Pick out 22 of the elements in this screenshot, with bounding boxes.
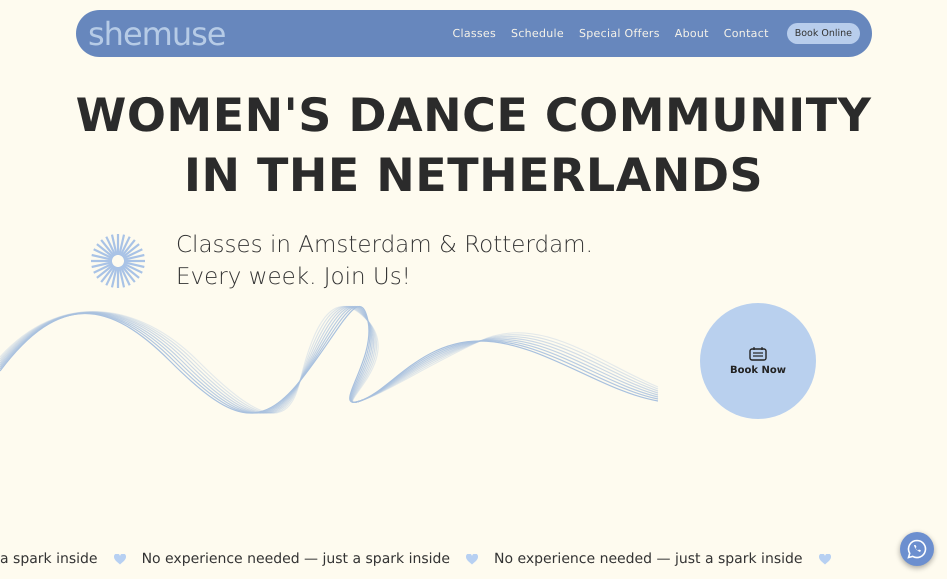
phone-bubble-icon <box>907 539 927 559</box>
heart-icon <box>466 554 478 564</box>
heart-icon <box>818 554 830 564</box>
nav-link[interactable]: Classes <box>452 27 496 40</box>
heart-icon <box>114 554 126 564</box>
chat-button[interactable] <box>900 532 934 566</box>
book-online-button[interactable]: Book Online <box>786 23 860 44</box>
marquee-text: No experience needed — just a spark inside <box>494 551 802 567</box>
subtitle: Classes in Amsterdam & Rotterdam. <box>176 231 593 260</box>
nav-link[interactable]: Schedule <box>511 27 564 40</box>
marquee-text: a spark inside <box>0 551 98 567</box>
marquee-text: No experience needed — just a spark inside <box>142 551 450 567</box>
starburst-icon <box>90 233 146 289</box>
nav-link[interactable]: About <box>674 27 709 40</box>
logo[interactable]: shemuse <box>88 18 226 50</box>
nav-link[interactable]: Special Offers <box>578 27 660 40</box>
nav-link[interactable]: Contact <box>724 27 769 40</box>
headline: IN THE NETHERLANDS <box>182 147 764 204</box>
calendar-icon <box>749 346 767 360</box>
headline: WOMEN'S DANCE COMMUNITY <box>74 87 872 144</box>
book-now-button[interactable]: Book Now <box>700 303 816 419</box>
subtitle: Every week. Join Us! <box>176 263 412 292</box>
